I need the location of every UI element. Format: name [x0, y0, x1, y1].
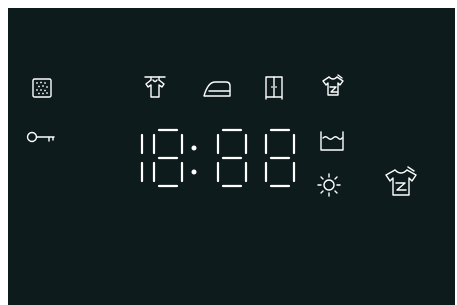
large-shirt-crease-icon	[384, 166, 418, 198]
iron-icon	[203, 80, 233, 98]
colon-top-dot	[191, 145, 197, 151]
drum-clean-icon	[32, 78, 52, 98]
child-lock-key-icon	[26, 130, 56, 144]
sun-dry-icon	[316, 172, 342, 198]
colon-bottom-dot	[191, 169, 197, 175]
shirt-crease-icon	[321, 74, 345, 98]
cupboard-icon	[264, 76, 284, 100]
hanging-shirt-icon	[144, 75, 166, 99]
seven-segment-display	[114, 126, 314, 196]
control-panel-display	[8, 8, 455, 305]
water-tub-icon	[320, 131, 344, 151]
